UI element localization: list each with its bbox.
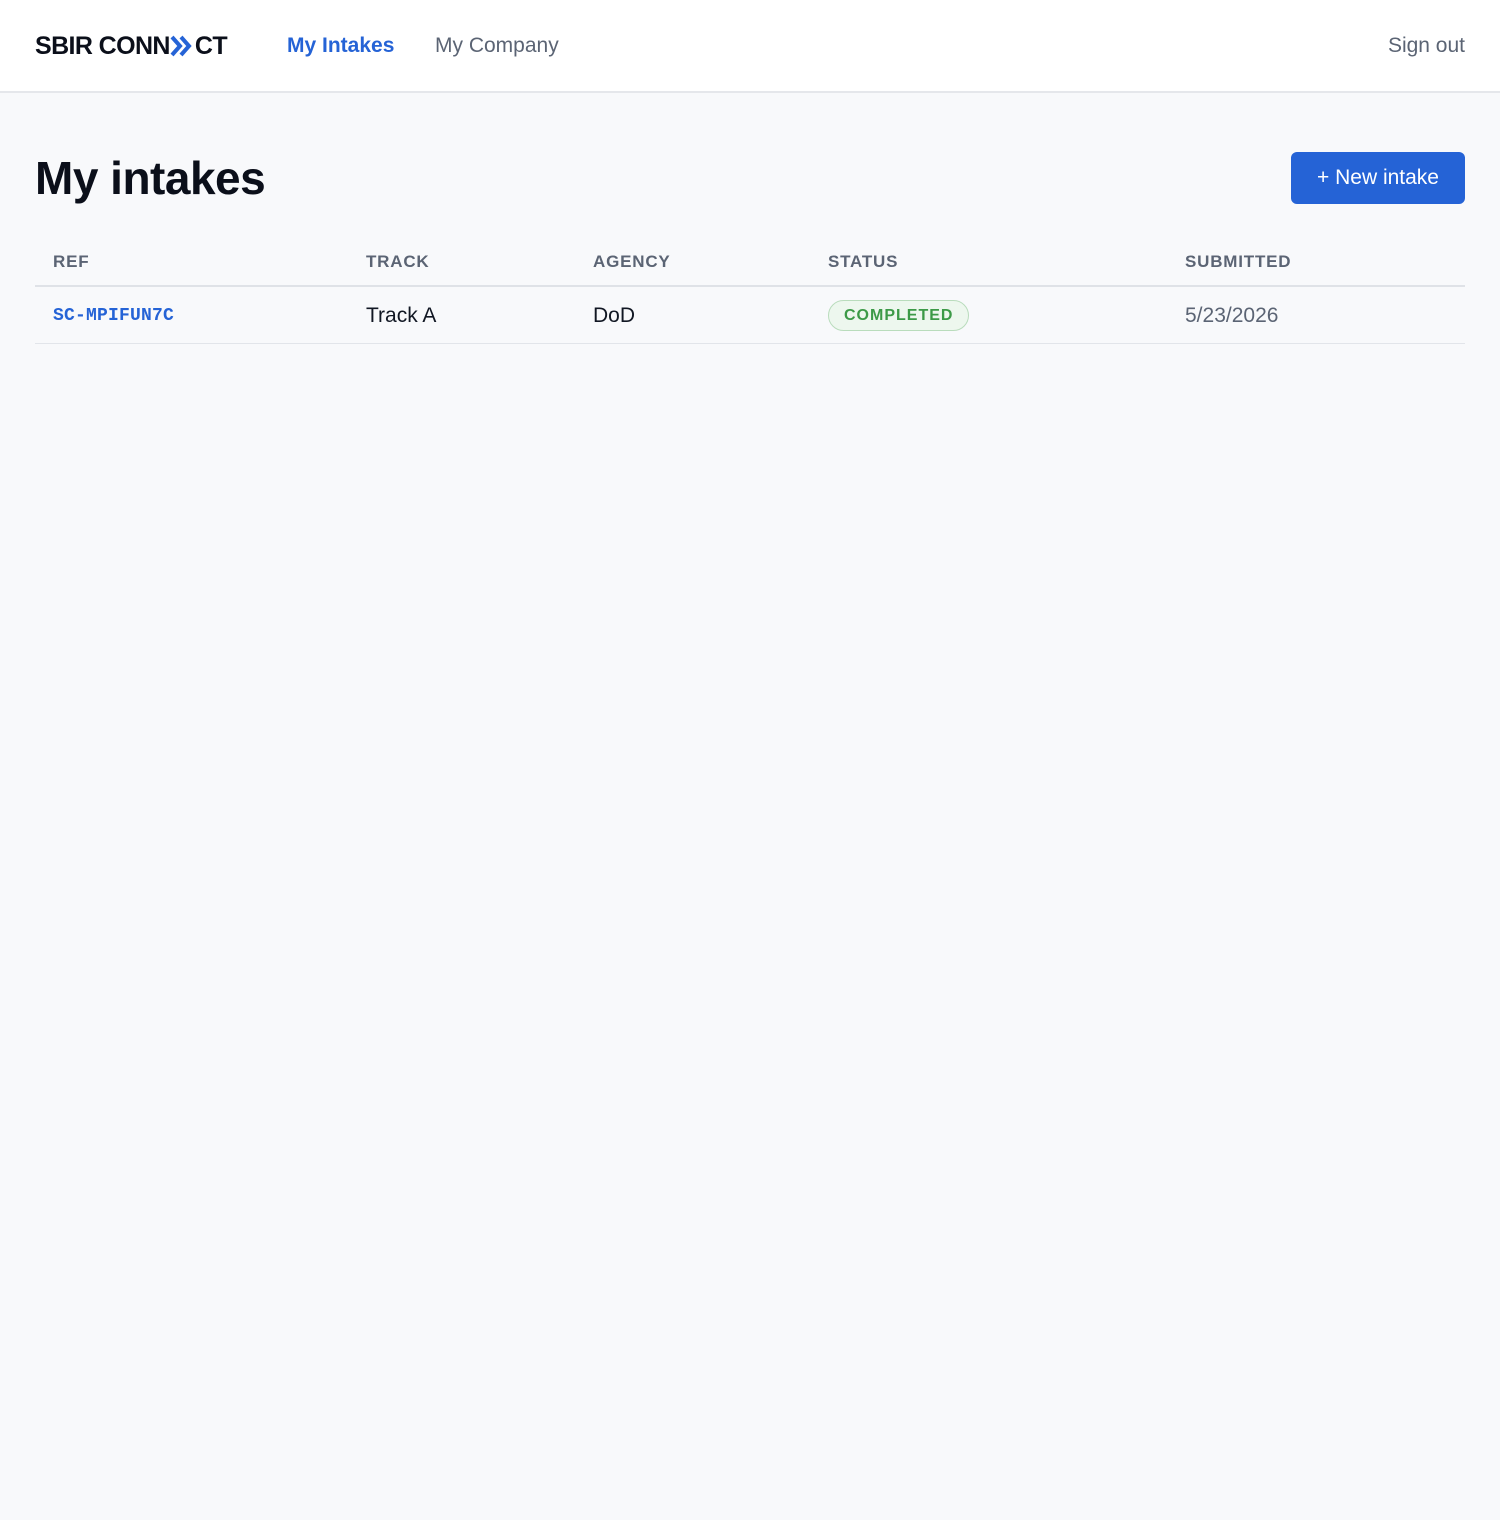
cell-submitted: 5/23/2026 — [1185, 303, 1279, 327]
intakes-table: REF TRACK AGENCY STATUS SUBMITTED SC-MPI… — [35, 240, 1465, 344]
column-header-agency[interactable]: AGENCY — [593, 252, 671, 272]
cell-track: Track A — [366, 303, 437, 327]
cell-status: COMPLETED — [828, 287, 970, 344]
new-intake-button[interactable]: + New intake — [1291, 152, 1465, 204]
column-header-status[interactable]: STATUS — [828, 252, 898, 272]
logo-text-right: CT — [194, 32, 228, 60]
intake-ref-link[interactable]: SC-MPIFUN7C — [53, 306, 174, 326]
cell-ref: SC-MPIFUN7C — [53, 287, 174, 344]
double-chevron-right-icon — [170, 35, 192, 57]
page-title: My intakes — [35, 152, 266, 204]
table-header-row: REF TRACK AGENCY STATUS SUBMITTED — [35, 240, 1465, 287]
nav-link-my-intakes[interactable]: My Intakes — [287, 32, 394, 60]
column-header-ref[interactable]: REF — [53, 252, 89, 272]
status-badge: COMPLETED — [828, 300, 970, 331]
sign-out-link[interactable]: Sign out — [1388, 32, 1465, 60]
column-header-track[interactable]: TRACK — [366, 252, 430, 272]
logo-text-left: SBIR CONN — [35, 32, 170, 60]
column-header-submitted[interactable]: SUBMITTED — [1185, 252, 1291, 272]
top-navbar: SBIR CONN CT My Intakes My Company Sign … — [0, 0, 1500, 93]
brand-logo[interactable]: SBIR CONN CT — [35, 30, 228, 62]
cell-agency: DoD — [593, 303, 636, 327]
table-row[interactable]: SC-MPIFUN7C Track A DoD COMPLETED 5/23/2… — [35, 287, 1465, 344]
nav-link-my-company[interactable]: My Company — [435, 32, 559, 60]
